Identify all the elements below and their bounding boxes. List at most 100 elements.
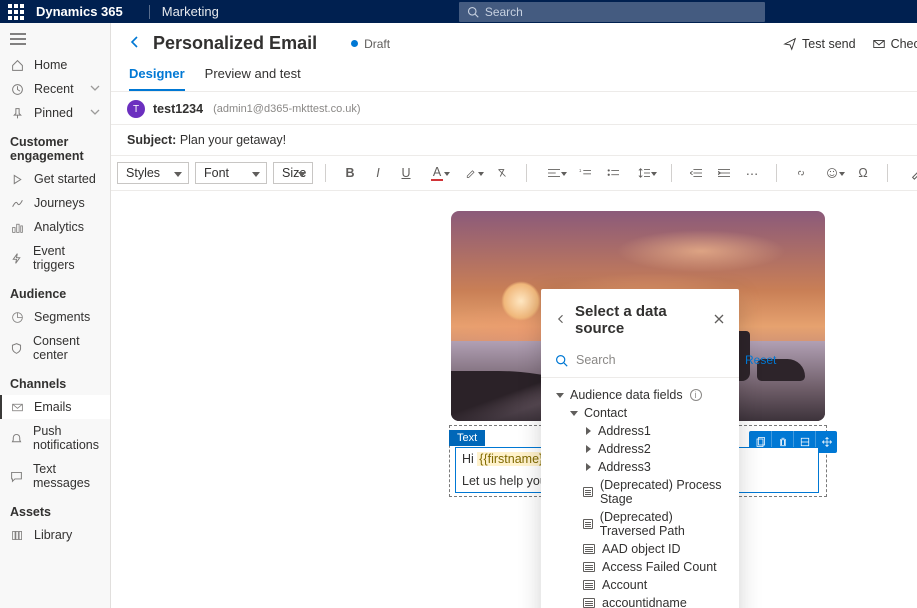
app-launcher-icon[interactable] — [8, 4, 24, 20]
tab-preview[interactable]: Preview and test — [205, 60, 301, 91]
nav-pinned[interactable]: Pinned — [0, 101, 110, 125]
tree-deprecated-process[interactable]: (Deprecated) Process Stage — [555, 476, 725, 508]
personalization-token[interactable]: {{firstname}} — [477, 452, 549, 466]
back-button[interactable] — [127, 34, 143, 53]
emoji-button[interactable] — [817, 162, 847, 184]
popup-back-button[interactable] — [555, 313, 567, 328]
font-dropdown[interactable]: Font — [195, 162, 267, 184]
font-color-button[interactable]: A — [422, 162, 452, 184]
tree-aad[interactable]: AAD object ID — [555, 540, 725, 558]
bullet-list-button[interactable] — [601, 162, 625, 184]
size-dropdown[interactable]: Size — [273, 162, 313, 184]
nav-consent-center[interactable]: Consent center — [0, 329, 110, 367]
field-icon — [583, 487, 593, 497]
mail-check-icon — [872, 37, 886, 51]
tree-contact[interactable]: Contact — [555, 404, 725, 422]
page-header: Personalized Email Draft Test send Check… — [111, 23, 917, 60]
styles-dropdown[interactable]: Styles — [117, 162, 189, 184]
play-icon — [10, 172, 24, 186]
nav-section-assets: Assets — [0, 495, 110, 523]
sender-handle: (admin1@d365-mkttest.co.uk) — [213, 103, 361, 115]
chevron-down-icon — [90, 82, 100, 96]
design-canvas[interactable]: Text Hi {{firstname}}, Let us help you p… — [111, 191, 917, 608]
popup-search-input[interactable] — [576, 349, 737, 371]
wand-icon — [910, 166, 917, 180]
underline-button[interactable]: U — [394, 162, 418, 184]
mail-icon — [10, 400, 24, 414]
library-icon — [10, 528, 24, 542]
tree-deprecated-traversed[interactable]: (Deprecated) Traversed Path — [555, 508, 725, 540]
field-icon — [583, 544, 595, 554]
tabs: Designer Preview and test — [111, 60, 917, 92]
nav-analytics[interactable]: Analytics — [0, 215, 110, 239]
left-nav: Home Recent Pinned Customer engagement G… — [0, 23, 111, 608]
tree-address2[interactable]: Address2 — [555, 440, 725, 458]
test-send-button[interactable]: Test send — [783, 37, 856, 51]
nav-event-triggers[interactable]: Event triggers — [0, 239, 110, 277]
personalization-button[interactable]: Personalization — [900, 166, 917, 180]
nav-segments[interactable]: Segments — [0, 305, 110, 329]
nav-library[interactable]: Library — [0, 523, 110, 547]
search-placeholder: Search — [485, 5, 523, 19]
journey-icon — [10, 196, 24, 210]
italic-button[interactable]: I — [366, 162, 390, 184]
svg-text:1: 1 — [579, 168, 582, 173]
nav-get-started[interactable]: Get started — [0, 167, 110, 191]
outdent-button[interactable] — [684, 162, 708, 184]
nav-text-messages[interactable]: Text messages — [0, 457, 110, 495]
nav-home[interactable]: Home — [0, 53, 110, 77]
format-toolbar: Styles Font Size B I U A 1 — [111, 156, 917, 191]
info-icon[interactable]: i — [690, 389, 702, 401]
line-height-button[interactable] — [629, 162, 659, 184]
nav-section-engagement: Customer engagement — [0, 125, 110, 167]
sender-name: test1234 — [153, 102, 203, 116]
tree-account[interactable]: Account — [555, 576, 725, 594]
popup-reset-link[interactable]: Reset — [745, 353, 776, 367]
align-button[interactable] — [539, 162, 569, 184]
check-content-button[interactable]: Check content — [872, 37, 917, 51]
field-icon — [583, 580, 595, 590]
text-block-tag: Text — [449, 430, 485, 446]
tree-access-failed[interactable]: Access Failed Count — [555, 558, 725, 576]
nav-section-audience: Audience — [0, 277, 110, 305]
highlight-button[interactable] — [456, 162, 486, 184]
global-header: Dynamics 365 Marketing Search — [0, 0, 917, 23]
ordered-list-button[interactable]: 1 — [573, 162, 597, 184]
indent-button[interactable] — [712, 162, 736, 184]
global-search[interactable]: Search — [459, 2, 765, 22]
avatar: T — [127, 100, 145, 118]
link-button[interactable] — [789, 162, 813, 184]
chevron-down-icon — [90, 106, 100, 120]
field-icon — [583, 562, 595, 572]
status-badge: Draft — [351, 37, 390, 51]
nav-section-channels: Channels — [0, 367, 110, 395]
bell-icon — [10, 431, 23, 445]
tab-designer[interactable]: Designer — [129, 60, 185, 91]
symbol-button[interactable]: Ω — [851, 162, 875, 184]
nav-toggle[interactable] — [0, 29, 110, 53]
segments-icon — [10, 310, 24, 324]
pin-icon — [10, 106, 24, 120]
tree-address1[interactable]: Address1 — [555, 422, 725, 440]
tree-audience-fields[interactable]: Audience data fieldsi — [555, 386, 725, 404]
home-icon — [10, 58, 24, 72]
search-icon — [467, 6, 479, 18]
page-title: Personalized Email — [153, 33, 317, 54]
bolt-icon — [10, 251, 23, 265]
send-icon — [783, 37, 797, 51]
nav-push[interactable]: Push notifications — [0, 419, 110, 457]
data-source-tree: Audience data fieldsi Contact Address1 A… — [555, 386, 725, 608]
popup-close-button[interactable] — [713, 313, 725, 328]
tree-address3[interactable]: Address3 — [555, 458, 725, 476]
nav-journeys[interactable]: Journeys — [0, 191, 110, 215]
more-format-button[interactable]: ⋯ — [740, 162, 764, 184]
main-content: Personalized Email Draft Test send Check… — [111, 23, 917, 608]
nav-emails[interactable]: Emails — [0, 395, 110, 419]
shield-icon — [10, 341, 23, 355]
tree-accountidname[interactable]: accountidname — [555, 594, 725, 608]
clear-format-button[interactable] — [490, 162, 514, 184]
bold-button[interactable]: B — [338, 162, 362, 184]
nav-recent[interactable]: Recent — [0, 77, 110, 101]
chat-icon — [10, 469, 23, 483]
subject-row[interactable]: Subject: Plan your getaway! — [111, 125, 917, 156]
